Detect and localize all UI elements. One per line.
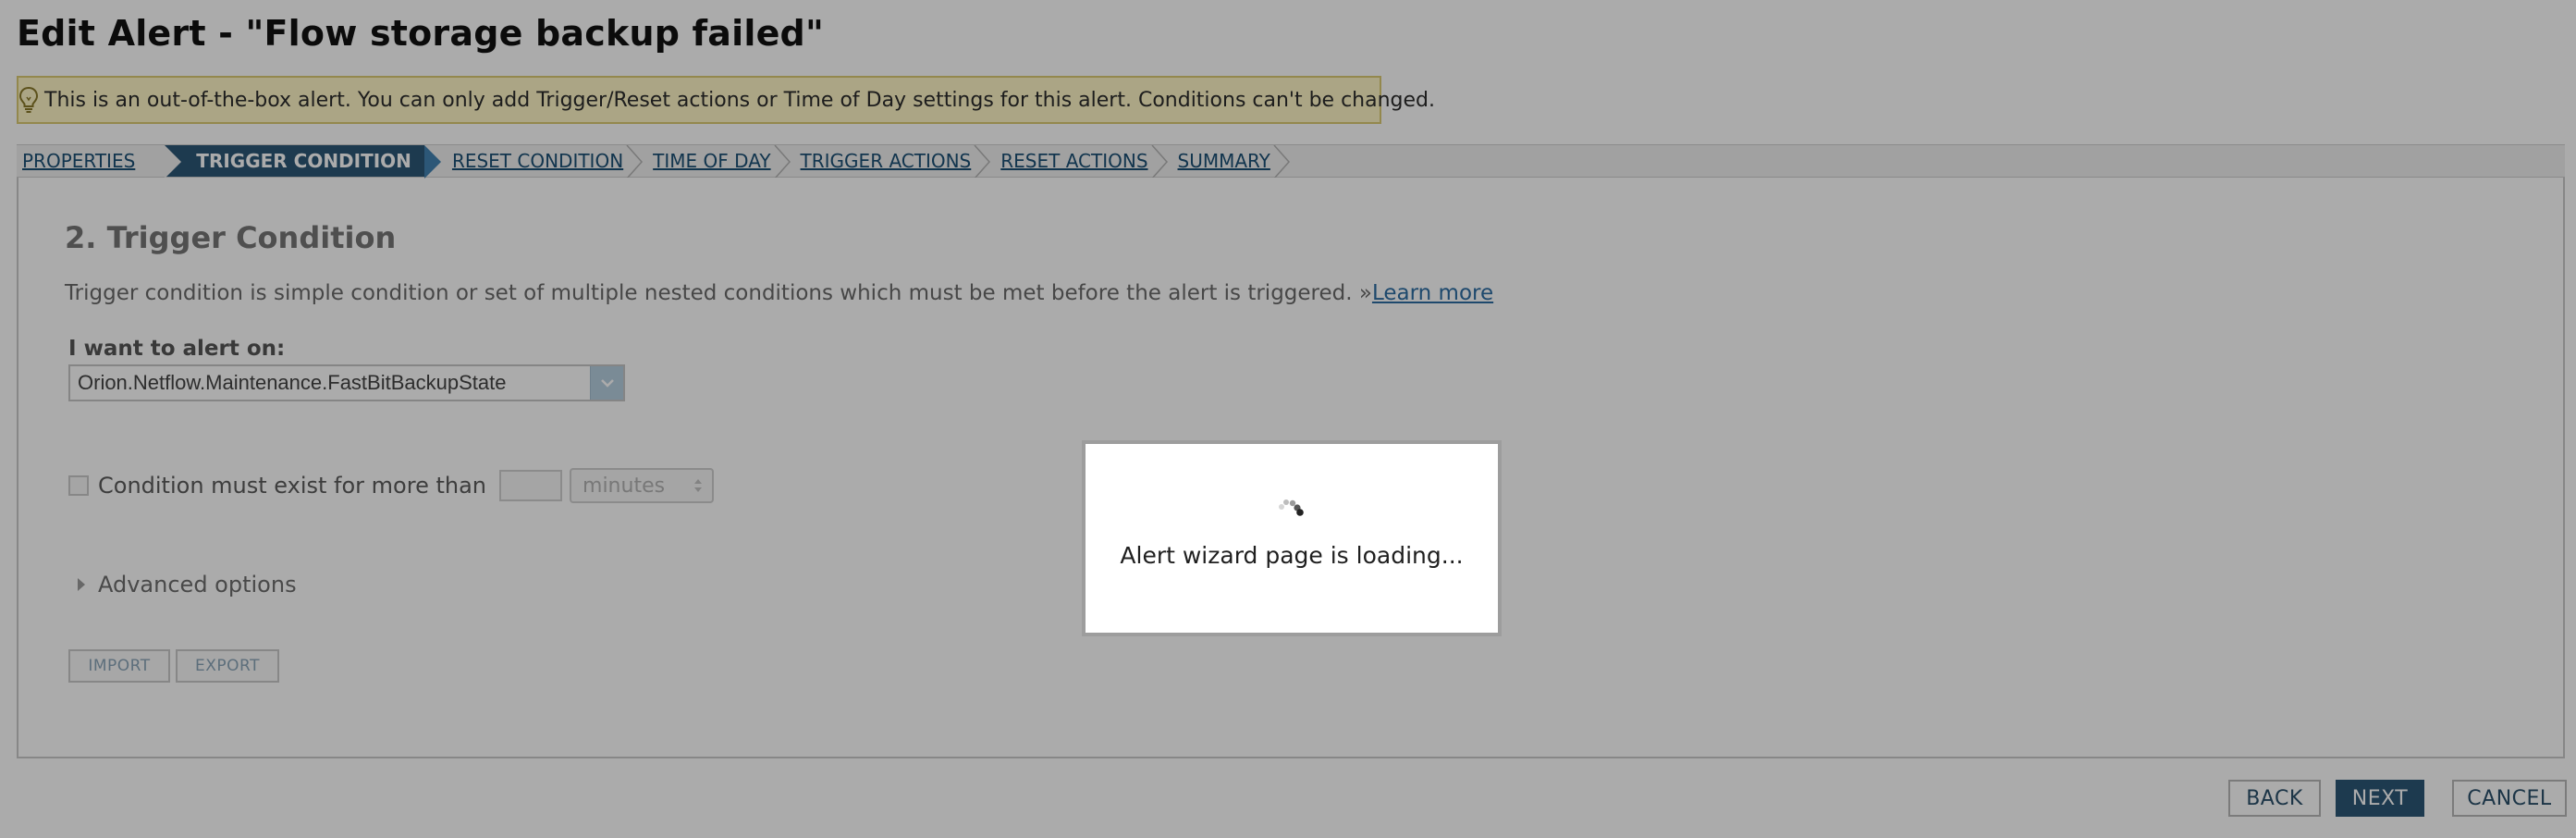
loading-spinner-icon bbox=[1279, 499, 1304, 516]
modal-overlay bbox=[0, 0, 2576, 838]
loading-text: Alert wizard page is loading... bbox=[1120, 542, 1464, 569]
loading-dialog: Alert wizard page is loading... bbox=[1082, 440, 1502, 636]
